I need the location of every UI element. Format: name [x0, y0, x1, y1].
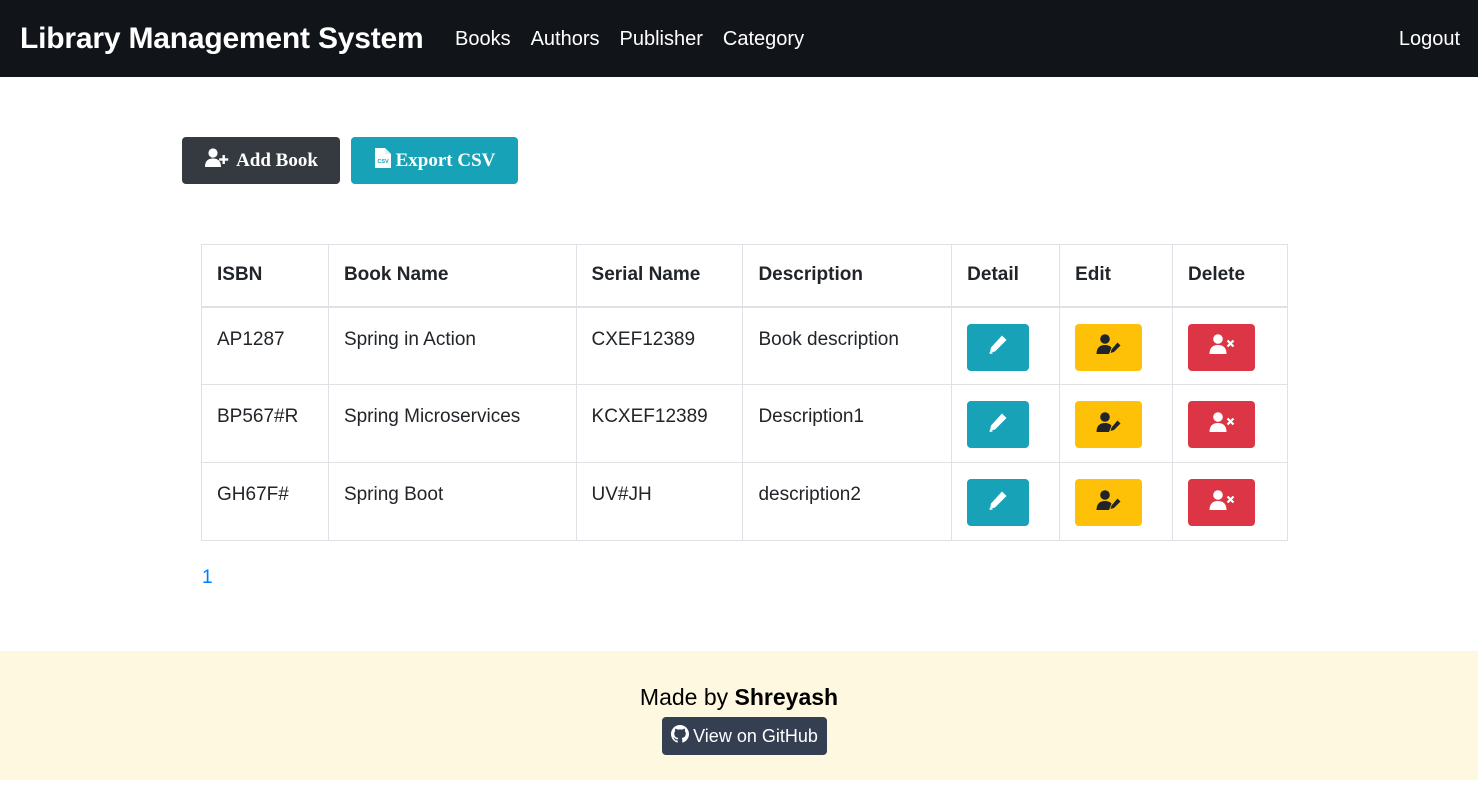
edit-button[interactable] — [1075, 479, 1143, 526]
header-book-name: Book Name — [327, 244, 577, 308]
made-by-prefix: Made by — [639, 684, 729, 710]
user-times-icon — [1208, 489, 1236, 517]
nav-link-books[interactable]: Books — [455, 26, 511, 52]
delete-button[interactable] — [1188, 401, 1256, 448]
header-description: Description — [742, 244, 953, 308]
cell-serial-name: UV#JH — [575, 462, 744, 541]
table-body: AP1287 Spring in Action CXEF12389 Book d… — [201, 306, 1288, 541]
cell-isbn: AP1287 — [201, 306, 329, 385]
brand-title[interactable]: Library Management System — [20, 19, 424, 59]
nav-link-publisher[interactable]: Publisher — [620, 26, 703, 52]
add-book-button[interactable]: Add Book — [182, 137, 340, 184]
detail-button[interactable] — [967, 401, 1030, 448]
cell-delete — [1172, 384, 1288, 463]
cell-detail — [951, 462, 1061, 541]
logout-link[interactable]: Logout — [1399, 26, 1460, 52]
user-edit-icon — [1095, 333, 1123, 361]
cell-book-name: Spring Boot — [327, 462, 577, 541]
cell-description: Description1 — [742, 384, 953, 463]
table-row: BP567#R Spring Microservices KCXEF12389 … — [201, 384, 1288, 463]
detail-button[interactable] — [967, 479, 1030, 526]
cell-edit — [1059, 306, 1174, 385]
edit-button[interactable] — [1075, 401, 1143, 448]
user-edit-icon — [1095, 411, 1123, 439]
cell-detail — [951, 306, 1061, 385]
cell-book-name: Spring in Action — [327, 306, 577, 385]
add-book-label: Add Book — [236, 149, 318, 171]
cell-edit — [1059, 462, 1174, 541]
header-edit: Edit — [1059, 244, 1174, 308]
table-row: AP1287 Spring in Action CXEF12389 Book d… — [201, 306, 1288, 385]
delete-button[interactable] — [1188, 323, 1256, 371]
cell-isbn: BP567#R — [201, 384, 329, 463]
table-row: GH67F# Spring Boot UV#JH description2 — [201, 462, 1288, 541]
pen-icon — [987, 411, 1009, 439]
cell-delete — [1172, 462, 1288, 541]
header-isbn: ISBN — [201, 244, 329, 308]
export-csv-button[interactable]: CSV Export CSV — [351, 137, 518, 184]
delete-button[interactable] — [1188, 479, 1256, 526]
csv-icon-text: CSV — [377, 159, 389, 165]
cell-edit — [1059, 384, 1174, 463]
user-times-icon — [1208, 411, 1236, 439]
user-times-icon — [1208, 333, 1236, 361]
cell-delete — [1172, 306, 1288, 385]
pen-icon — [987, 489, 1009, 517]
edit-button[interactable] — [1075, 323, 1143, 371]
cell-serial-name: KCXEF12389 — [575, 384, 744, 463]
csv-file-icon: CSV — [374, 147, 392, 175]
made-by-text: Made by Shreyash — [0, 683, 1478, 711]
header-serial-name: Serial Name — [575, 244, 744, 308]
cell-serial-name: CXEF12389 — [575, 306, 744, 385]
cell-detail — [951, 384, 1061, 463]
view-on-github-button[interactable]: View on GitHub — [662, 717, 827, 755]
nav-link-category[interactable]: Category — [723, 26, 804, 52]
user-plus-icon — [204, 147, 230, 174]
cell-book-name: Spring Microservices — [327, 384, 577, 463]
header-detail: Detail — [951, 244, 1061, 308]
cell-description: description2 — [742, 462, 953, 541]
navbar: Library Management System Books Authors … — [0, 0, 1478, 77]
github-icon — [671, 724, 690, 748]
cell-isbn: GH67F# — [201, 462, 329, 541]
table-header: ISBN Book Name Serial Name Description D… — [201, 244, 1288, 308]
table-header-row: ISBN Book Name Serial Name Description D… — [201, 244, 1288, 308]
nav-links: Books Authors Publisher Category — [455, 26, 804, 52]
detail-button[interactable] — [967, 323, 1030, 371]
header-delete: Delete — [1172, 244, 1288, 308]
footer: Made by Shreyash View on GitHub — [0, 651, 1478, 780]
cell-description: Book description — [742, 306, 953, 385]
pen-icon — [987, 333, 1009, 361]
export-csv-label: Export CSV — [395, 149, 496, 171]
author-name: Shreyash — [734, 684, 839, 710]
nav-link-authors[interactable]: Authors — [531, 26, 600, 52]
pagination-page-link[interactable]: 1 — [202, 566, 213, 590]
user-edit-icon — [1095, 489, 1123, 517]
github-label: View on GitHub — [693, 725, 818, 746]
books-table: ISBN Book Name Serial Name Description D… — [201, 244, 1288, 541]
